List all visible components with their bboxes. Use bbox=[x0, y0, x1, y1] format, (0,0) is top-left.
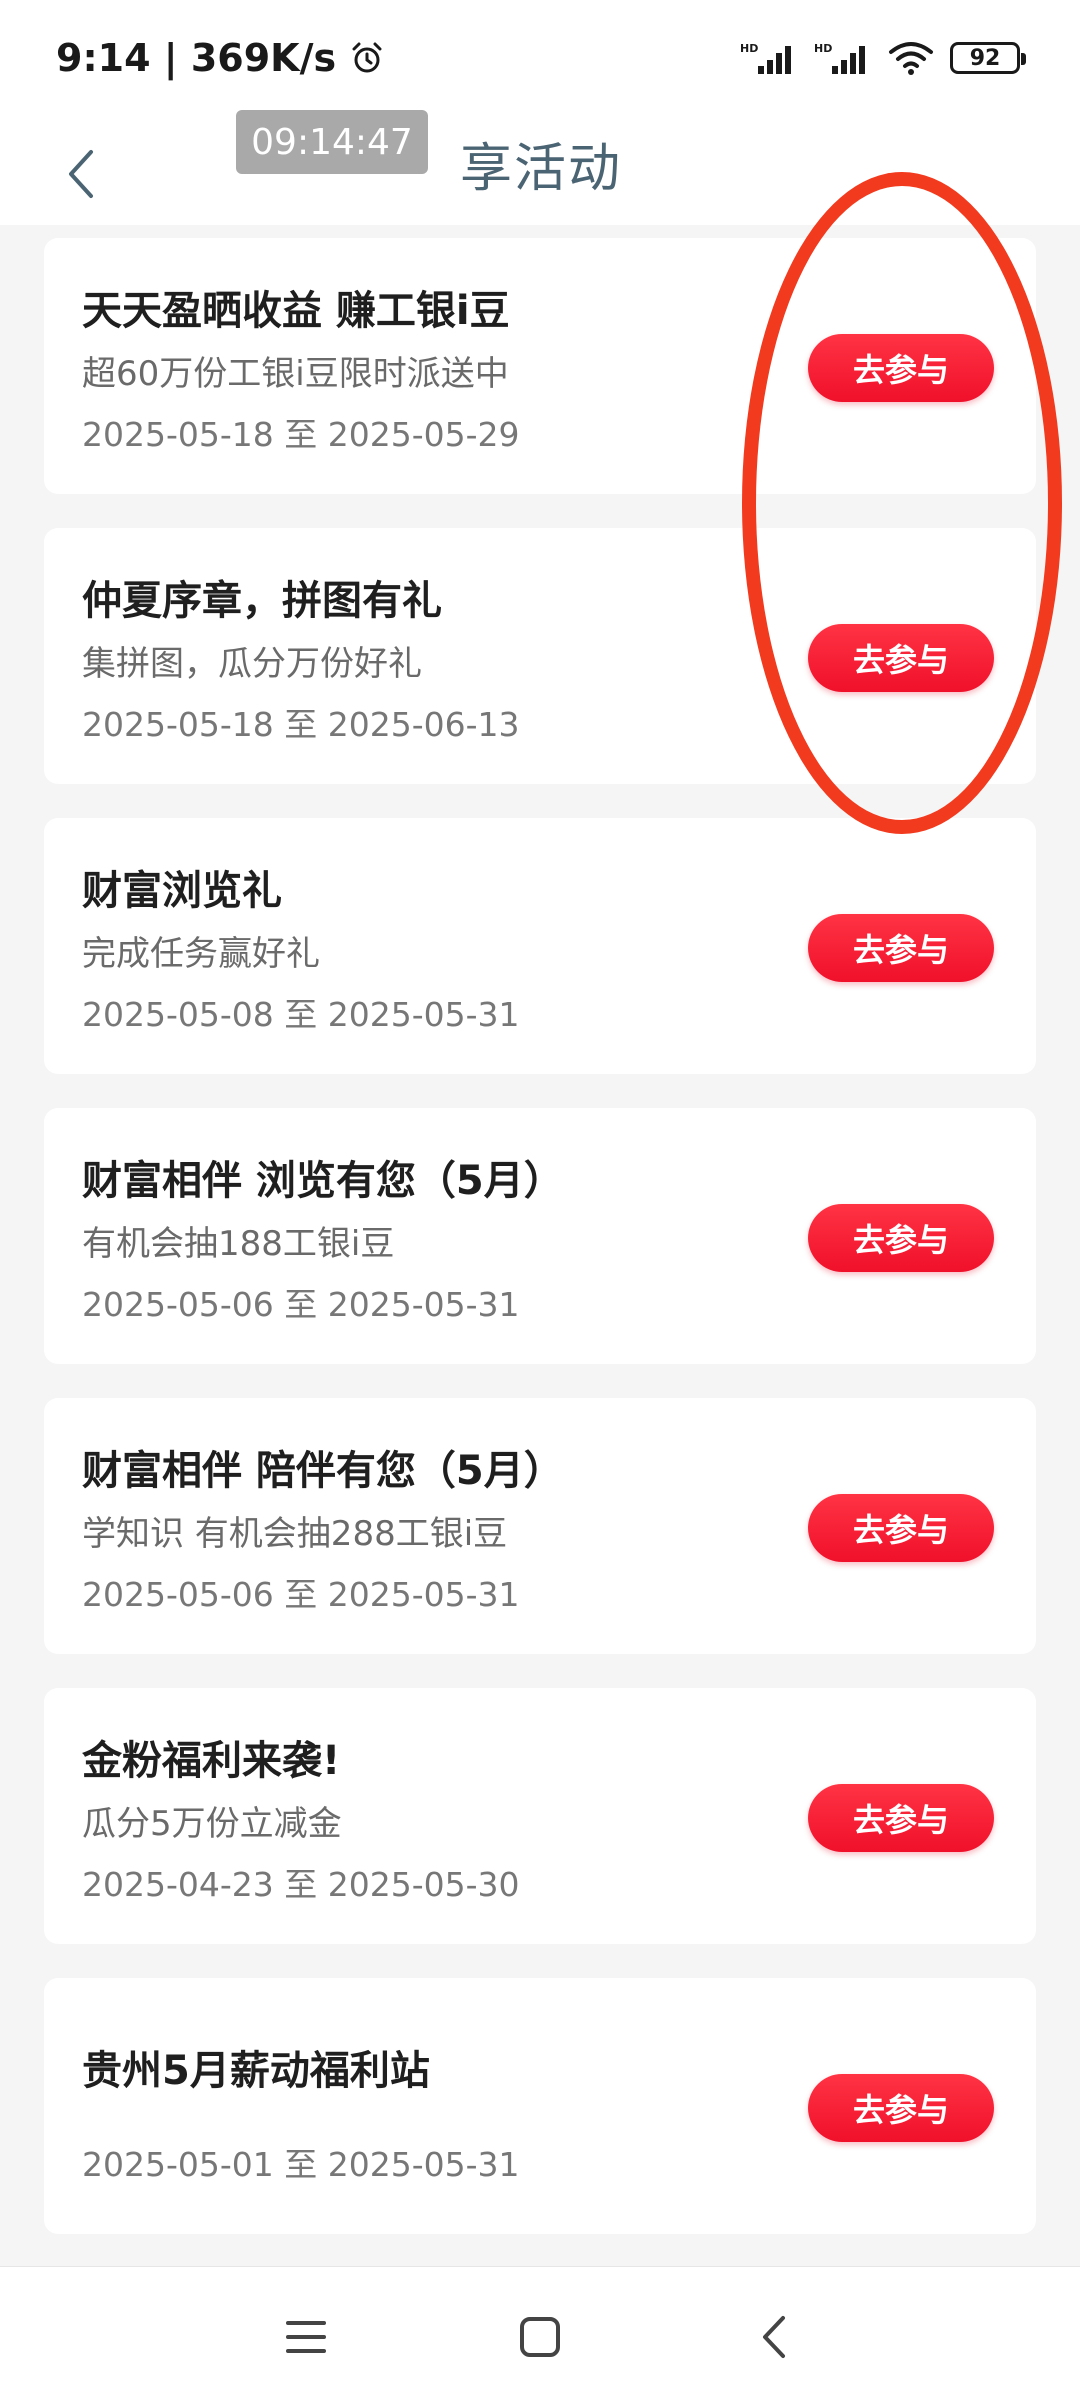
activity-subtitle: 集拼图，瓜分万份好礼 bbox=[82, 644, 422, 684]
activity-date: 2025-04-23 至 2025-05-30 bbox=[82, 1865, 520, 1904]
join-button[interactable]: 去参与 bbox=[808, 1784, 994, 1852]
menu-icon bbox=[286, 2321, 326, 2353]
battery-icon: 92 bbox=[950, 42, 1026, 74]
activity-card[interactable]: 财富相伴 浏览有您（5月） 有机会抽188工银i豆 2025-05-06 至 2… bbox=[44, 1108, 1036, 1364]
svg-text:HD: HD bbox=[814, 42, 832, 55]
back-button[interactable] bbox=[50, 134, 110, 214]
status-bar: 9:14 | 369K/s HD HD 92 bbox=[0, 0, 1080, 120]
svg-text:HD: HD bbox=[740, 42, 758, 55]
activity-subtitle: 超60万份工银i豆限时派送中 bbox=[82, 354, 509, 394]
system-back-button[interactable] bbox=[734, 2297, 814, 2377]
battery-level: 92 bbox=[969, 45, 1001, 71]
status-indicators: HD HD 92 bbox=[740, 40, 1026, 76]
activity-card[interactable]: 金粉福利来袭! 瓜分5万份立减金 2025-04-23 至 2025-05-30… bbox=[44, 1688, 1036, 1944]
chevron-left-icon bbox=[763, 2316, 785, 2358]
activity-title: 财富相伴 陪伴有您（5月） bbox=[82, 1448, 564, 1494]
activity-subtitle: 学知识 有机会抽288工银i豆 bbox=[82, 1514, 508, 1554]
header: 09:14:47 享活动 bbox=[0, 110, 1080, 225]
activity-title: 天天盈晒收益 赚工银i豆 bbox=[82, 288, 510, 334]
activity-subtitle: 有机会抽188工银i豆 bbox=[82, 1224, 395, 1264]
activity-card[interactable]: 天天盈晒收益 赚工银i豆 超60万份工银i豆限时派送中 2025-05-18 至… bbox=[44, 238, 1036, 494]
activity-title: 仲夏序章，拼图有礼 bbox=[82, 578, 442, 624]
activity-date: 2025-05-01 至 2025-05-31 bbox=[82, 2145, 520, 2184]
clock-text: 09:14:47 bbox=[251, 121, 413, 163]
home-button[interactable] bbox=[500, 2297, 580, 2377]
chevron-left-icon bbox=[69, 150, 93, 198]
activity-card[interactable]: 贵州5月薪动福利站 2025-05-01 至 2025-05-31 去参与 bbox=[44, 1978, 1036, 2234]
activity-card[interactable]: 财富浏览礼 完成任务赢好礼 2025-05-08 至 2025-05-31 去参… bbox=[44, 818, 1036, 1074]
join-button[interactable]: 去参与 bbox=[808, 624, 994, 692]
wifi-icon bbox=[889, 42, 933, 75]
signal-icon: HD bbox=[740, 42, 791, 74]
activity-subtitle: 瓜分5万份立减金 bbox=[82, 1804, 342, 1844]
activity-date: 2025-05-18 至 2025-06-13 bbox=[82, 705, 520, 744]
activity-date: 2025-05-06 至 2025-05-31 bbox=[82, 1285, 520, 1324]
status-time-speed: 9:14 | 369K/s bbox=[56, 36, 384, 80]
menu-button[interactable] bbox=[266, 2297, 346, 2377]
clock-badge: 09:14:47 bbox=[236, 110, 428, 174]
join-button[interactable]: 去参与 bbox=[808, 2074, 994, 2142]
alarm-icon bbox=[352, 42, 382, 73]
system-nav-bar bbox=[0, 2266, 1080, 2400]
join-button[interactable]: 去参与 bbox=[808, 334, 994, 402]
activity-date: 2025-05-18 至 2025-05-29 bbox=[82, 415, 520, 454]
activity-date: 2025-05-08 至 2025-05-31 bbox=[82, 995, 520, 1034]
activity-date: 2025-05-06 至 2025-05-31 bbox=[82, 1575, 520, 1614]
signal-icon-2: HD bbox=[814, 42, 865, 74]
activity-card[interactable]: 财富相伴 陪伴有您（5月） 学知识 有机会抽288工银i豆 2025-05-06… bbox=[44, 1398, 1036, 1654]
join-button[interactable]: 去参与 bbox=[808, 1494, 994, 1562]
activity-card[interactable]: 仲夏序章，拼图有礼 集拼图，瓜分万份好礼 2025-05-18 至 2025-0… bbox=[44, 528, 1036, 784]
activity-title: 财富相伴 浏览有您（5月） bbox=[82, 1158, 564, 1204]
page-title: 享活动 bbox=[460, 139, 623, 199]
activity-list: 天天盈晒收益 赚工银i豆 超60万份工银i豆限时派送中 2025-05-18 至… bbox=[44, 238, 1036, 2268]
activity-title: 财富浏览礼 bbox=[82, 868, 282, 914]
join-button[interactable]: 去参与 bbox=[808, 1204, 994, 1272]
join-button[interactable]: 去参与 bbox=[808, 914, 994, 982]
status-time-text: 9:14 | 369K/s bbox=[56, 36, 337, 80]
activity-title: 金粉福利来袭! bbox=[82, 1738, 341, 1784]
activity-subtitle: 完成任务赢好礼 bbox=[82, 934, 320, 974]
activity-title: 贵州5月薪动福利站 bbox=[82, 2048, 430, 2094]
home-square-icon bbox=[520, 2317, 560, 2357]
